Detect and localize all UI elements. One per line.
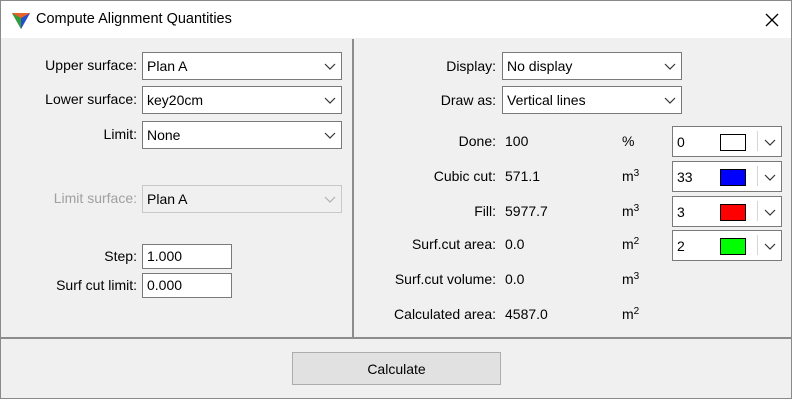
vertical-divider — [352, 39, 354, 337]
surf-cut-limit-input[interactable]: 0.000 — [142, 273, 232, 298]
chevron-down-icon — [764, 174, 776, 181]
done-level-value: 0 — [677, 134, 685, 150]
step-input[interactable]: 1.000 — [142, 244, 232, 269]
title-bar: Compute Alignment Quantities — [1, 1, 791, 38]
cubic-cut-label: Cubic cut: — [433, 168, 496, 184]
surf-cut-limit-label: Surf cut limit: — [56, 277, 137, 293]
display-select[interactable]: No display — [502, 52, 682, 80]
cubic-cut-value: 571.1 — [505, 168, 541, 184]
surf-cut-volume-label: Surf.cut volume: — [394, 271, 496, 287]
upper-surface-value: Plan A — [147, 58, 188, 74]
surf-cut-volume-unit: m3 — [622, 271, 640, 287]
done-value: 100 — [505, 133, 529, 149]
chevron-down-icon — [764, 209, 776, 216]
draw-as-label: Draw as: — [440, 92, 496, 108]
window-title: Compute Alignment Quantities — [36, 11, 232, 27]
cubic-cut-color-swatch — [720, 169, 746, 186]
cubic-cut-level-select[interactable]: 33 — [672, 161, 782, 192]
limit-label: Limit: — [103, 126, 137, 142]
surf-cut-area-value: 0.0 — [505, 236, 525, 252]
fill-level-value: 3 — [677, 204, 685, 220]
fill-unit: m3 — [622, 203, 640, 219]
chevron-down-icon — [764, 243, 776, 250]
surf-cut-area-level-value: 2 — [677, 238, 685, 254]
limit-surface-value: Plan A — [147, 191, 188, 207]
chevron-down-icon — [324, 97, 336, 104]
fill-level-select[interactable]: 3 — [672, 196, 782, 227]
surf-cut-area-level-select[interactable]: 2 — [672, 230, 782, 261]
fill-color-swatch — [720, 204, 746, 221]
cubic-cut-level-value: 33 — [677, 169, 693, 185]
chevron-down-icon — [324, 63, 336, 70]
chevron-down-icon — [664, 63, 676, 70]
upper-surface-label: Upper surface: — [45, 57, 137, 73]
lower-surface-value: key20cm — [147, 92, 204, 108]
dialog-window: Compute Alignment Quantities Upper surfa… — [0, 0, 792, 399]
surf-cut-area-color-swatch — [720, 238, 746, 255]
calculated-area-value: 4587.0 — [505, 306, 548, 322]
chevron-down-icon — [764, 139, 776, 146]
close-icon — [765, 13, 779, 26]
done-color-swatch — [720, 134, 746, 151]
surf-cut-limit-value: 0.000 — [147, 277, 183, 293]
limit-surface-select: Plan A — [142, 185, 342, 213]
calculated-area-label: Calculated area: — [394, 306, 496, 322]
draw-as-value: Vertical lines — [507, 92, 586, 108]
limit-value: None — [147, 127, 181, 143]
limit-surface-label: Limit surface: — [53, 190, 137, 206]
surf-cut-area-label: Surf.cut area: — [411, 236, 496, 252]
display-value: No display — [507, 58, 573, 74]
app-triangle-icon — [12, 13, 30, 29]
surf-cut-area-unit: m2 — [622, 236, 640, 252]
surf-cut-volume-value: 0.0 — [505, 271, 525, 287]
lower-surface-label: Lower surface: — [45, 91, 137, 107]
done-unit: % — [622, 133, 635, 149]
calculate-button[interactable]: Calculate — [292, 352, 501, 385]
chevron-down-icon — [324, 196, 336, 203]
calculate-button-label: Calculate — [367, 360, 426, 377]
lower-surface-select[interactable]: key20cm — [142, 86, 342, 114]
draw-as-select[interactable]: Vertical lines — [502, 86, 682, 114]
display-label: Display: — [446, 58, 496, 74]
close-button[interactable] — [753, 1, 791, 38]
fill-value: 5977.7 — [505, 203, 548, 219]
step-label: Step: — [104, 248, 137, 264]
done-level-select[interactable]: 0 — [672, 126, 782, 157]
done-label: Done: — [458, 133, 496, 149]
calculated-area-unit: m2 — [622, 306, 640, 322]
upper-surface-select[interactable]: Plan A — [142, 52, 342, 80]
limit-select[interactable]: None — [142, 121, 342, 149]
chevron-down-icon — [664, 97, 676, 104]
step-value: 1.000 — [147, 248, 183, 264]
cubic-cut-unit: m3 — [622, 168, 640, 184]
horizontal-divider — [1, 337, 791, 339]
chevron-down-icon — [324, 132, 336, 139]
fill-label: Fill: — [474, 203, 496, 219]
